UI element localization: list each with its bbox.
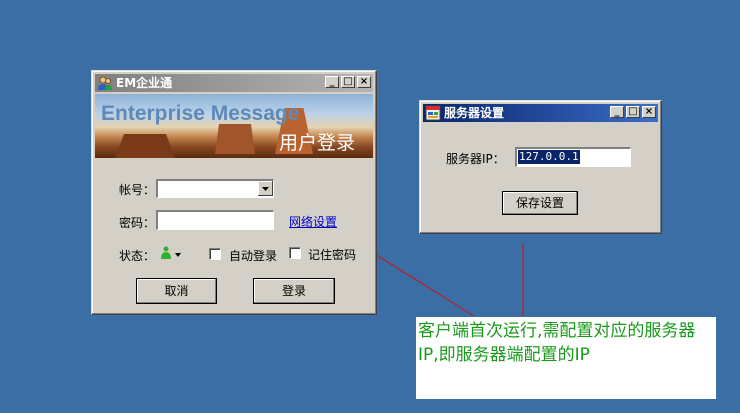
chevron-down-icon <box>262 187 269 191</box>
banner-subtitle: 用户登录 <box>279 132 356 154</box>
login-banner: Enterprise Message 用户登录 <box>95 94 373 158</box>
server-ip-value: 127.0.0.1 <box>518 150 580 164</box>
banner-title: Enterprise Message <box>101 102 300 125</box>
login-window: EM企业通 _ □ × Enterprise Message 用户登录 帐号： … <box>91 70 377 315</box>
status-label: 状态： <box>119 249 156 263</box>
login-window-title: EM企业通 <box>116 76 173 90</box>
login-button[interactable]: 登录 <box>253 278 335 304</box>
remember-password-checkbox[interactable] <box>289 247 301 259</box>
minimize-button[interactable]: _ <box>325 76 339 88</box>
account-combobox[interactable] <box>155 178 275 199</box>
status-selector[interactable] <box>160 246 184 262</box>
password-field[interactable] <box>156 210 274 230</box>
maximize-button[interactable]: □ <box>341 76 355 88</box>
remember-password-label[interactable]: 记住密码 <box>308 246 356 263</box>
annotation-note: 客户端首次运行,需配置对应的服务器IP,即服务器端配置的IP <box>416 317 716 399</box>
close-button[interactable]: × <box>642 106 656 118</box>
maximize-button[interactable]: □ <box>626 106 640 118</box>
account-dropdown-button[interactable] <box>258 181 273 196</box>
minimize-button[interactable]: _ <box>610 106 624 118</box>
password-label: 密码： <box>119 216 156 230</box>
server-ip-label: 服务器IP： <box>446 152 505 166</box>
server-window-title: 服务器设置 <box>444 106 505 120</box>
online-status-icon <box>161 246 171 259</box>
form-window-icon <box>425 105 441 121</box>
login-window-titlebar[interactable]: EM企业通 _ □ × <box>95 74 373 92</box>
app-users-icon <box>98 76 112 90</box>
annotation-text: 客户端首次运行,需配置对应的服务器IP,即服务器端配置的IP <box>418 321 696 365</box>
cancel-button[interactable]: 取消 <box>136 278 217 304</box>
save-settings-button[interactable]: 保存设置 <box>502 191 578 215</box>
banner-mesa-rock <box>215 124 255 154</box>
auto-login-label[interactable]: 自动登录 <box>229 247 277 264</box>
server-window-titlebar[interactable]: 服务器设置 _ □ × <box>423 104 658 122</box>
network-settings-link[interactable]: 网络设置 <box>289 213 337 230</box>
close-button[interactable]: × <box>357 76 371 88</box>
account-label: 帐号： <box>119 183 156 197</box>
server-settings-window: 服务器设置 _ □ × 服务器IP： 127.0.0.1 保存设置 <box>419 100 662 234</box>
banner-mesa-rock <box>115 134 175 158</box>
server-ip-field[interactable]: 127.0.0.1 <box>514 146 632 168</box>
auto-login-checkbox[interactable] <box>209 248 221 260</box>
status-dropdown-arrow-icon <box>175 253 181 257</box>
